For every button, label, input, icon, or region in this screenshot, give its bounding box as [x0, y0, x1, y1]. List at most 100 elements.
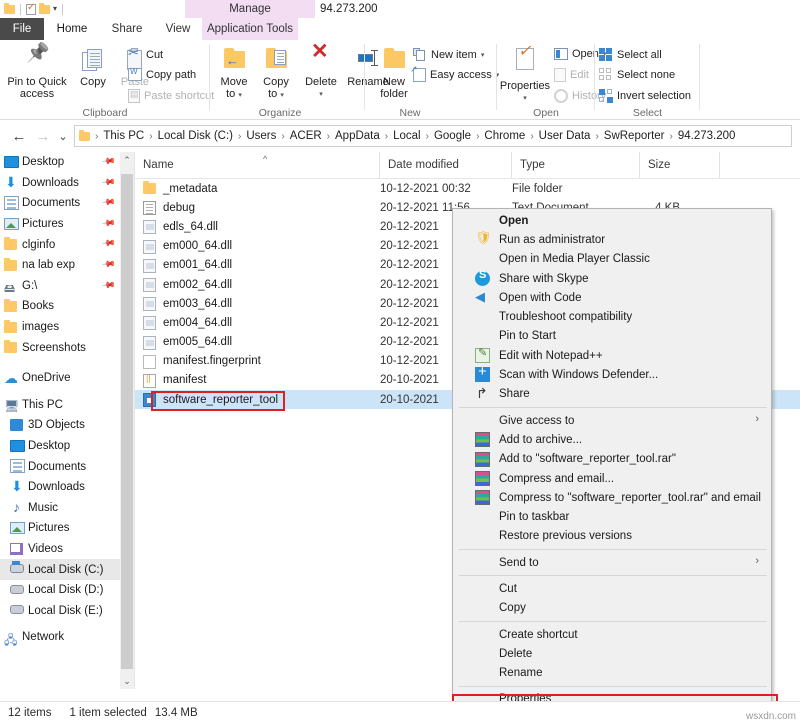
sidebar-item-documents[interactable]: Documents 📌	[0, 193, 120, 214]
breadcrumb-user-data[interactable]: User Data	[537, 130, 593, 142]
scroll-up-icon[interactable]: ⌃	[120, 152, 134, 168]
menu-item-pin-to-start[interactable]: Pin to Start	[453, 327, 771, 346]
menu-item-edit-with-notepadpp[interactable]: Edit with Notepad++	[453, 346, 771, 365]
sidebar-item-onedrive[interactable]: OneDrive	[0, 368, 120, 389]
properties-button[interactable]: ✓ Properties ▾	[499, 48, 551, 105]
delete-button[interactable]: Delete ▾	[300, 48, 342, 101]
breadcrumb-chrome[interactable]: Chrome	[482, 130, 527, 142]
select-all-button[interactable]: Select all	[599, 48, 662, 62]
sidebar-item-downloads-pc[interactable]: Downloads	[0, 477, 120, 498]
sidebar-item-local-disk-e[interactable]: Local Disk (E:)	[0, 600, 120, 621]
cut-button[interactable]: Cut	[128, 48, 163, 62]
select-none-button[interactable]: Select none	[599, 68, 675, 82]
sidebar-item-desktop-pc[interactable]: Desktop	[0, 436, 120, 457]
menu-item-pin-to-taskbar[interactable]: Pin to taskbar	[453, 507, 771, 526]
sidebar-item-music[interactable]: Music	[0, 498, 120, 519]
sidebar-item-this-pc[interactable]: This PC	[0, 395, 120, 416]
table-row[interactable]: _metadata 10-12-2021 00:32 File folder	[135, 179, 800, 198]
menu-item-restore-previous-versions[interactable]: Restore previous versions	[453, 527, 771, 546]
menu-item-compress-to-rar-and-email[interactable]: Compress to "software_reporter_tool.rar"…	[453, 488, 771, 507]
menu-item-run-as-administrator[interactable]: Run as administrator	[453, 230, 771, 249]
sidebar-item-local-disk-d[interactable]: Local Disk (D:)	[0, 580, 120, 601]
new-item-button[interactable]: New item ▾	[413, 48, 484, 62]
copy-path-button[interactable]: Copy path	[128, 68, 196, 81]
menu-item-delete[interactable]: Delete	[453, 644, 771, 663]
column-header-type[interactable]: Type	[512, 152, 640, 178]
sidebar-item-desktop[interactable]: Desktop 📌	[0, 152, 120, 173]
menu-item-add-to-archive[interactable]: Add to archive...	[453, 430, 771, 449]
breadcrumb-acer[interactable]: ACER	[288, 130, 324, 142]
column-header-name[interactable]: Name ^	[135, 152, 380, 178]
menu-item-create-shortcut[interactable]: Create shortcut	[453, 625, 771, 644]
recent-locations-button[interactable]: ⌄	[52, 125, 74, 147]
edit-button[interactable]: Edit	[554, 68, 589, 82]
menu-item-open[interactable]: Open	[453, 211, 771, 230]
menu-item-troubleshoot-compatibility[interactable]: Troubleshoot compatibility	[453, 307, 771, 326]
new-folder-icon[interactable]	[39, 5, 50, 14]
forward-button[interactable]: →	[32, 125, 54, 147]
tab-share[interactable]: Share	[100, 18, 154, 40]
sidebar-item-local-disk-c[interactable]: Local Disk (C:)	[0, 559, 120, 580]
tab-view[interactable]: View	[154, 18, 202, 40]
menu-item-cut[interactable]: Cut	[453, 579, 771, 598]
menu-item-add-to-rar[interactable]: Add to "software_reporter_tool.rar"	[453, 450, 771, 469]
copy-button[interactable]: Copy	[74, 48, 112, 88]
sidebar-item-pictures-pc[interactable]: Pictures	[0, 518, 120, 539]
sidebar-item-downloads[interactable]: Downloads 📌	[0, 173, 120, 194]
dll-file-icon	[143, 278, 156, 292]
navigation-pane-scrollbar[interactable]: ⌃ ⌄	[120, 152, 134, 689]
breadcrumb-current[interactable]: 94.273.200	[676, 130, 738, 142]
scrollbar-thumb[interactable]	[121, 174, 133, 669]
breadcrumb-google[interactable]: Google	[432, 130, 473, 142]
invert-selection-button[interactable]: Invert selection	[599, 89, 691, 103]
address-breadcrumb-bar[interactable]: › This PC › Local Disk (C:) › Users › AC…	[74, 125, 792, 147]
breadcrumb-swreporter[interactable]: SwReporter	[602, 130, 667, 142]
breadcrumb-users[interactable]: Users	[244, 130, 278, 142]
sidebar-item-network[interactable]: Network	[0, 627, 120, 648]
column-header-size[interactable]: Size	[640, 152, 720, 178]
menu-item-share-with-skype[interactable]: Share with Skype	[453, 269, 771, 288]
sidebar-item-screenshots[interactable]: Screenshots	[0, 337, 120, 358]
scroll-down-icon[interactable]: ⌄	[120, 673, 134, 689]
paste-shortcut-button[interactable]: Paste shortcut	[128, 89, 214, 103]
menu-item-copy[interactable]: Copy	[453, 599, 771, 618]
breadcrumb-local[interactable]: Local	[391, 130, 423, 142]
easy-access-button[interactable]: Easy access ▾	[413, 68, 499, 82]
customize-qat-dropdown-icon[interactable]: ▾	[53, 5, 57, 13]
menu-item-compress-and-email[interactable]: Compress and email...	[453, 469, 771, 488]
sidebar-item-clginfo[interactable]: clginfo 📌	[0, 234, 120, 255]
sidebar-item-videos[interactable]: Videos	[0, 539, 120, 560]
back-button[interactable]: ←	[8, 125, 30, 147]
menu-separator	[459, 621, 767, 622]
sidebar-item-books[interactable]: Books	[0, 296, 120, 317]
menu-item-send-to[interactable]: Send to ›	[453, 553, 771, 572]
breadcrumb-this-pc[interactable]: This PC	[101, 130, 146, 142]
sort-ascending-icon: ^	[263, 154, 267, 164]
sidebar-item-g-drive[interactable]: G:\ 📌	[0, 276, 120, 297]
3d-objects-icon	[10, 419, 23, 431]
menu-item-open-with-code[interactable]: Open with Code	[453, 288, 771, 307]
new-folder-button[interactable]: New folder	[373, 48, 415, 100]
quick-access-toolbar[interactable]: ▾	[0, 0, 65, 18]
menu-item-give-access-to[interactable]: Give access to ›	[453, 411, 771, 430]
menu-item-open-in-media-player-classic[interactable]: Open in Media Player Classic	[453, 250, 771, 269]
pin-to-quick-access-button[interactable]: Pin to Quick access	[6, 48, 68, 100]
menu-item-rename[interactable]: Rename	[453, 664, 771, 683]
menu-item-scan-with-windows-defender[interactable]: Scan with Windows Defender...	[453, 365, 771, 384]
breadcrumb-local-disk-c[interactable]: Local Disk (C:)	[156, 130, 235, 142]
sidebar-item-3d-objects[interactable]: 3D Objects	[0, 415, 120, 436]
menu-item-share[interactable]: Share	[453, 385, 771, 404]
tab-application-tools[interactable]: Application Tools	[202, 18, 298, 40]
properties-icon[interactable]	[26, 4, 36, 15]
column-header-date-modified[interactable]: Date modified	[380, 152, 512, 178]
breadcrumb-appdata[interactable]: AppData	[333, 130, 382, 142]
move-to-button[interactable]: ← Move to ▾	[214, 48, 254, 102]
copy-to-button[interactable]: Copy to ▾	[256, 48, 296, 102]
sidebar-item-documents-pc[interactable]: Documents	[0, 456, 120, 477]
tab-home[interactable]: Home	[44, 18, 100, 40]
sidebar-item-pictures[interactable]: Pictures 📌	[0, 214, 120, 235]
sidebar-item-na-lab-exp[interactable]: na lab exp 📌	[0, 255, 120, 276]
sidebar-item-images[interactable]: images	[0, 317, 120, 338]
tab-file[interactable]: File	[0, 18, 44, 40]
folder-icon[interactable]	[4, 5, 15, 14]
